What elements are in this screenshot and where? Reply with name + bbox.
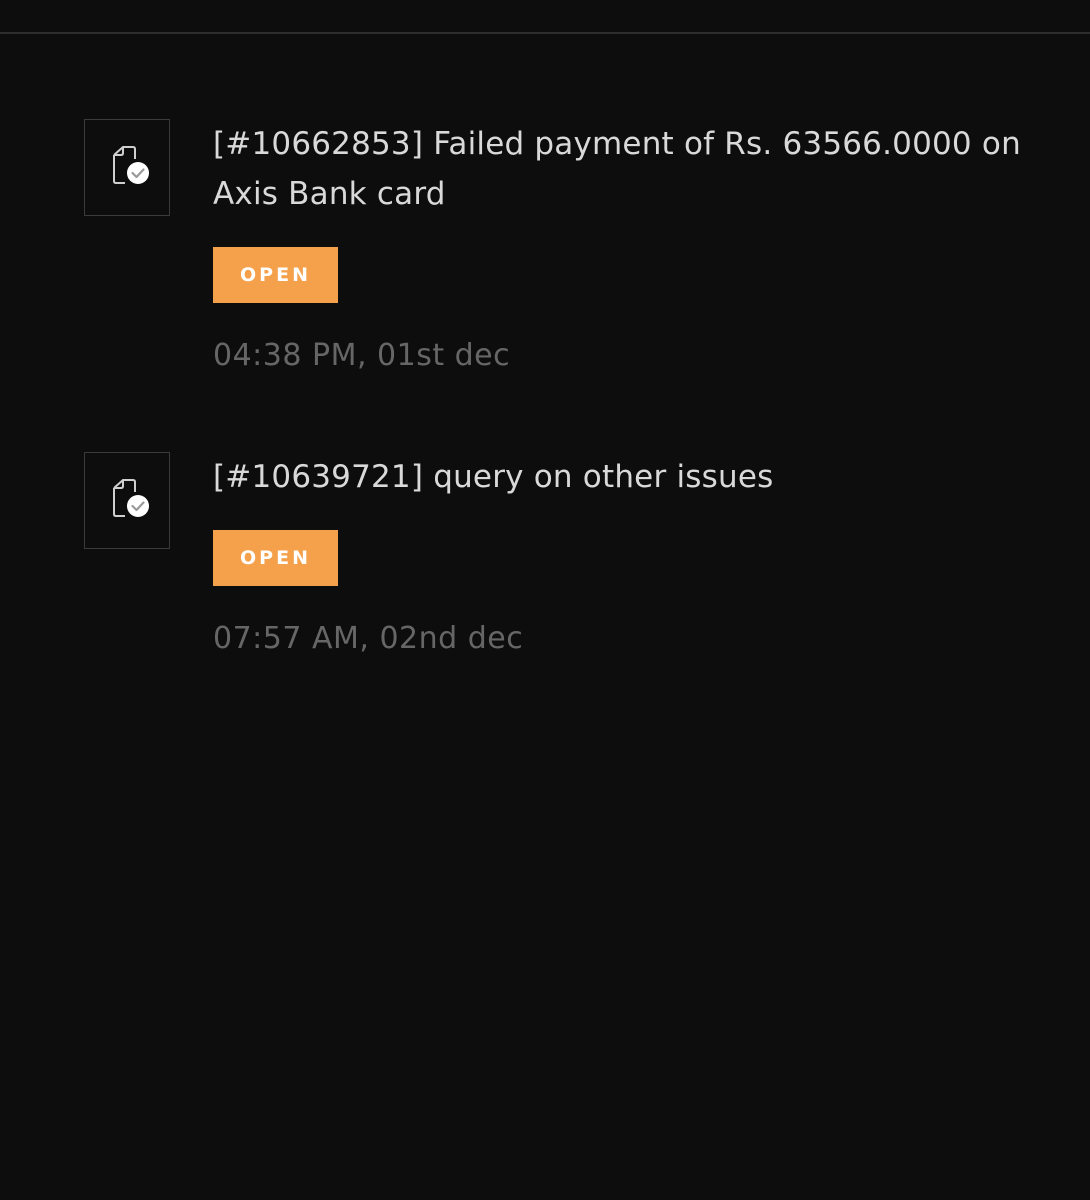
status-badge: OPEN: [213, 530, 338, 586]
document-check-icon: [113, 479, 149, 517]
status-badge: OPEN: [213, 247, 338, 303]
ticket-timestamp: 07:57 AM, 02nd dec: [213, 621, 524, 656]
ticket-title[interactable]: [#10639721] query on other issues: [213, 452, 1033, 502]
ticket-timestamp: 04:38 PM, 01st dec: [213, 338, 511, 373]
ticket-icon-box: [84, 452, 170, 549]
top-divider: [0, 32, 1090, 34]
document-check-icon: [113, 146, 149, 184]
ticket-title[interactable]: [#10662853] Failed payment of Rs. 63566.…: [213, 119, 1033, 219]
ticket-body: [#10662853] Failed payment of Rs. 63566.…: [213, 119, 1033, 375]
ticket-body: [#10639721] query on other issues OPEN 0…: [213, 452, 1033, 658]
ticket-icon-box: [84, 119, 170, 216]
